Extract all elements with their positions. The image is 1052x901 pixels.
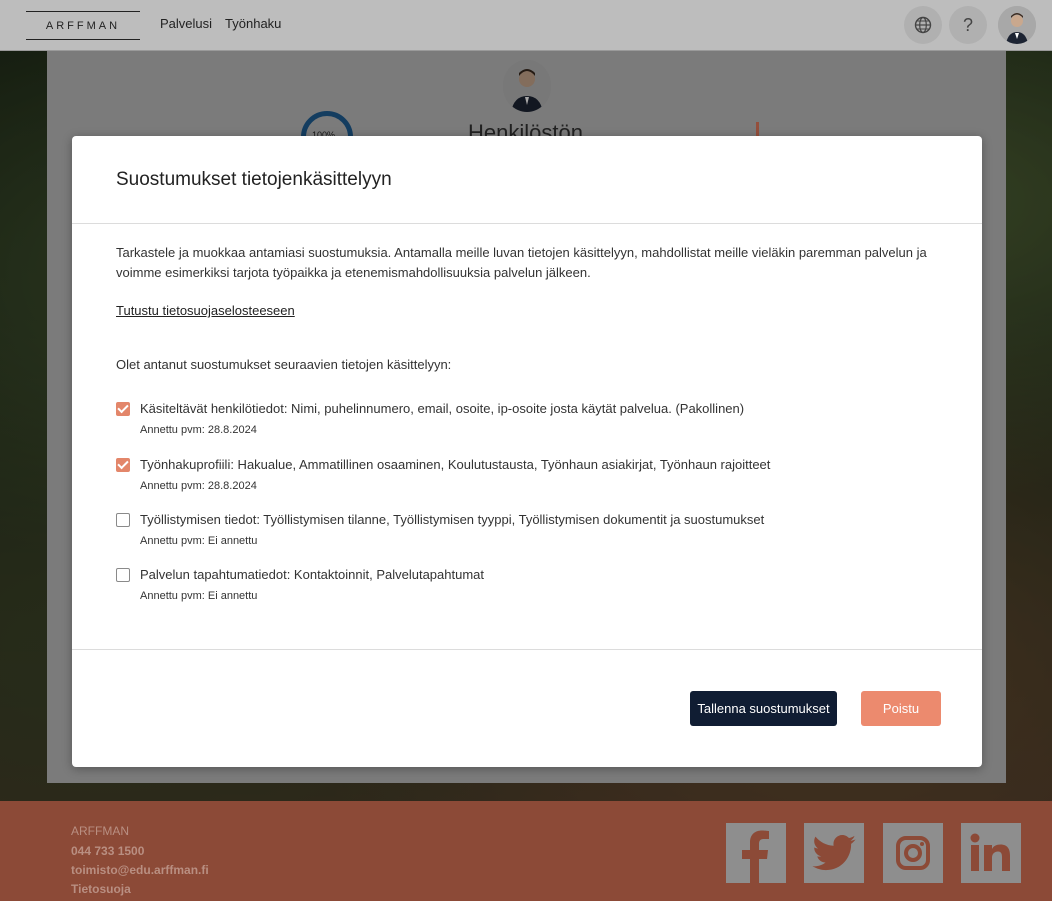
instagram-icon[interactable] <box>883 823 943 883</box>
linkedin-icon[interactable] <box>961 823 1021 883</box>
footer-email[interactable]: toimisto@edu.arffman.fi <box>71 863 209 877</box>
help-icon: ? <box>962 14 973 35</box>
footer: ARFFMAN 044 733 1500 toimisto@edu.arffma… <box>0 801 1052 901</box>
consent-checkbox-employment[interactable] <box>116 513 130 527</box>
divider <box>72 649 982 650</box>
consent-label: Työnhakuprofiili: Hakualue, Ammatillinen… <box>140 457 771 472</box>
consent-label: Työllistymisen tiedot: Työllistymisen ti… <box>140 512 765 527</box>
facebook-icon[interactable] <box>726 823 786 883</box>
consent-date: Annettu pvm: Ei annettu <box>140 535 258 547</box>
consent-date: Annettu pvm: 28.8.2024 <box>140 480 257 492</box>
consent-label: Palvelun tapahtumatiedot: Kontaktoinnit,… <box>140 567 485 582</box>
consent-checkbox-job-profile[interactable] <box>116 458 130 472</box>
consent-modal: Suostumukset tietojenkäsittelyyn Tarkast… <box>72 136 982 767</box>
consent-checkbox-service-events[interactable] <box>116 568 130 582</box>
modal-title: Suostumukset tietojenkäsittelyyn <box>116 169 392 190</box>
help-button[interactable]: ? <box>949 6 987 44</box>
consent-label: Käsiteltävät henkilötiedot: Nimi, puheli… <box>140 401 745 416</box>
twitter-icon[interactable] <box>804 823 864 883</box>
divider <box>72 223 982 224</box>
language-button[interactable] <box>904 6 942 44</box>
consent-checkbox-personal-data[interactable] <box>116 402 130 416</box>
consent-date: Annettu pvm: 28.8.2024 <box>140 424 257 436</box>
main-nav: Palvelusi Työnhaku <box>160 16 281 31</box>
nav-item-palvelusi[interactable]: Palvelusi <box>160 16 212 31</box>
privacy-policy-link[interactable]: Tutustu tietosuojaselosteeseen <box>116 303 295 318</box>
globe-icon <box>914 16 932 34</box>
arffman-logo[interactable]: ARFFMAN <box>26 11 140 40</box>
given-consents-heading: Olet antanut suostumukset seuraavien tie… <box>116 357 452 372</box>
user-avatar[interactable] <box>998 6 1036 44</box>
consent-date: Annettu pvm: Ei annettu <box>140 590 258 602</box>
footer-phone[interactable]: 044 733 1500 <box>71 844 144 858</box>
top-header: ARFFMAN Palvelusi Työnhaku ? <box>0 0 1052 51</box>
intro-text: Tarkastele ja muokkaa antamiasi suostumu… <box>116 245 927 280</box>
nav-item-tyonhaku[interactable]: Työnhaku <box>225 16 281 31</box>
save-consents-button[interactable]: Tallenna suostumukset <box>690 691 837 726</box>
footer-company: ARFFMAN <box>71 824 129 838</box>
footer-privacy-link[interactable]: Tietosuoja <box>71 882 131 896</box>
avatar-image <box>998 6 1036 44</box>
delete-button[interactable]: Poistu <box>861 691 941 726</box>
